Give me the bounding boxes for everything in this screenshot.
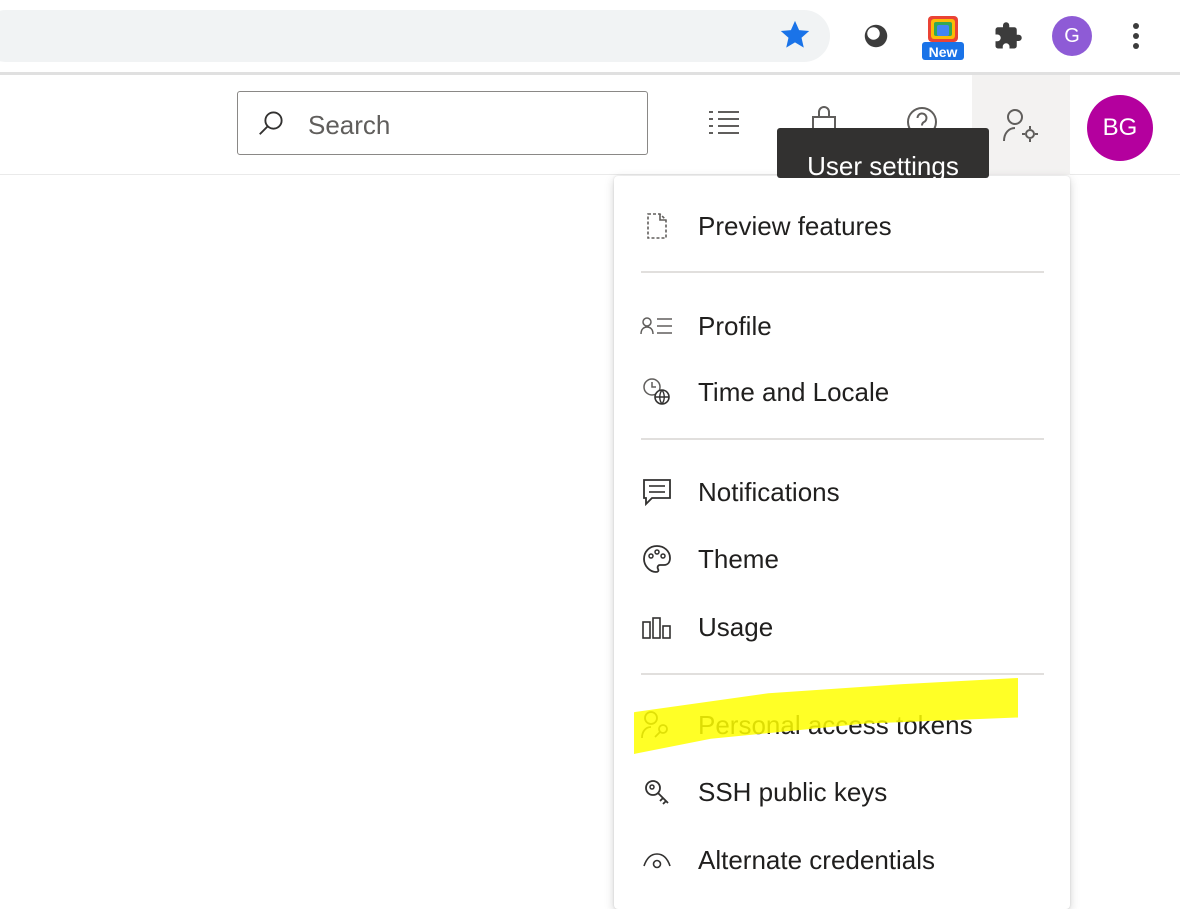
menu-item-time-and-locale[interactable]: Time and Locale xyxy=(614,362,1070,422)
menu-item-label: Profile xyxy=(698,310,772,341)
search-icon xyxy=(256,108,286,138)
menu-divider xyxy=(641,271,1044,273)
browser-toolbar: New G xyxy=(0,0,1180,72)
profile-icon xyxy=(640,309,674,343)
notifications-icon xyxy=(640,475,674,509)
menu-item-label: SSH public keys xyxy=(698,776,888,807)
menu-divider xyxy=(641,438,1044,440)
extensions-puzzle-icon[interactable] xyxy=(990,18,1026,54)
browser-profile-avatar[interactable]: G xyxy=(1052,16,1092,56)
menu-item-alternate-credentials[interactable]: Alternate credentials xyxy=(614,830,1070,890)
user-initials: BG xyxy=(1102,114,1138,141)
menu-item-label: Notifications xyxy=(698,476,840,507)
user-settings-menu: Preview features Profile Time and Locale… xyxy=(614,176,1070,909)
usage-chart-icon xyxy=(640,610,674,644)
search-placeholder: Search xyxy=(308,110,391,140)
extension-new-icon[interactable]: New xyxy=(920,14,966,62)
new-badge: New xyxy=(928,44,958,60)
browser-profile-initial: G xyxy=(1064,24,1080,47)
user-settings-icon xyxy=(1001,105,1041,145)
palette-icon xyxy=(640,542,674,576)
menu-item-label: Time and Locale xyxy=(698,376,890,407)
work-items-icon[interactable] xyxy=(704,100,744,144)
menu-item-profile[interactable]: Profile xyxy=(614,296,1070,356)
menu-item-label: Alternate credentials xyxy=(698,844,936,875)
menu-item-usage[interactable]: Usage xyxy=(614,597,1070,657)
menu-item-label: Usage xyxy=(698,611,774,642)
user-avatar[interactable]: BG xyxy=(1087,95,1153,161)
menu-divider xyxy=(641,673,1044,675)
user-settings-tooltip: User settings xyxy=(777,128,989,178)
menu-item-theme[interactable]: Theme xyxy=(614,529,1070,589)
menu-item-preview-features[interactable]: Preview features xyxy=(614,196,1070,256)
browser-menu-icon[interactable] xyxy=(1122,18,1150,54)
menu-item-label: Preview features xyxy=(698,210,892,241)
document-icon xyxy=(640,209,674,243)
search-input[interactable]: Search xyxy=(237,91,648,155)
key-icon xyxy=(640,775,674,809)
menu-item-label: Theme xyxy=(698,543,779,574)
time-locale-icon xyxy=(640,375,674,409)
extension-circle-icon[interactable] xyxy=(858,18,894,54)
eye-icon xyxy=(640,843,674,877)
address-bar[interactable] xyxy=(0,10,830,62)
bookmark-star-icon[interactable] xyxy=(778,18,812,52)
menu-item-notifications[interactable]: Notifications xyxy=(614,462,1070,522)
menu-item-ssh-public-keys[interactable]: SSH public keys xyxy=(614,762,1070,822)
tooltip-text: User settings xyxy=(807,151,959,178)
